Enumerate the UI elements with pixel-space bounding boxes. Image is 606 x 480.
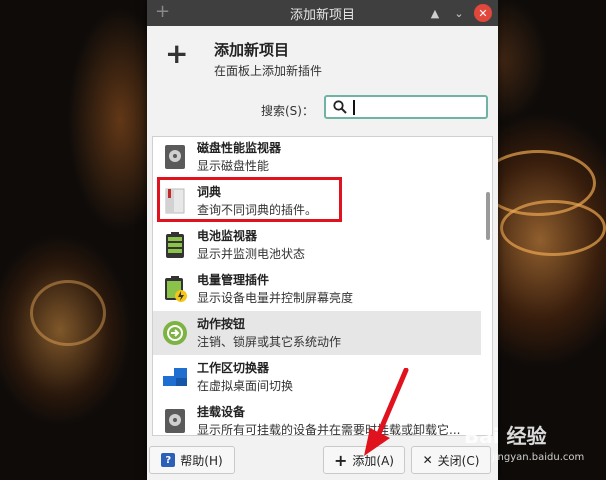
minimize-button[interactable]: ⌄ [450,4,468,22]
power-manager-icon [165,276,187,302]
header-subtitle: 在面板上添加新插件 [214,64,323,78]
background-bulb-decoration [30,280,106,346]
close-button-label: 关闭(C) [437,453,480,468]
search-label: 搜索(S)： [261,104,314,118]
battery-icon [166,232,184,258]
mount-icon [165,409,185,433]
help-button-label: 帮助(H) [180,453,223,468]
add-icon: + [155,1,171,22]
item-description: 注销、锁屏或其它系统动作 [197,335,342,349]
item-description: 显示设备电量并控制屏幕亮度 [197,291,354,305]
search-icon [333,100,347,114]
shade-button[interactable]: ▲ [426,4,444,22]
watermark-url: jingyan.baidu.com [492,452,585,463]
help-icon: ? [161,453,176,467]
item-description: 在虚拟桌面间切换 [197,379,294,393]
background-bulb-decoration [500,200,606,256]
item-name: 磁盘性能监视器 [197,141,282,155]
text-cursor [353,100,355,115]
button-bar: ? 帮助(H) + 添加(A) ✕ 关闭(C) [147,444,498,480]
dialog-header: + 添加新项目 在面板上添加新插件 [147,26,498,90]
add-icon: + [165,37,189,70]
list-item[interactable]: 电池监视器 显示并监测电池状态 [153,223,481,267]
workspace-switcher-icon [163,368,187,386]
window-title: 添加新项目 [289,7,355,23]
header-title: 添加新项目 [214,41,290,59]
close-window-button[interactable]: ✕ [474,4,492,22]
item-name: 动作按钮 [197,317,246,331]
item-name: 电池监视器 [197,229,258,243]
item-description: 显示磁盘性能 [197,159,270,173]
plus-icon: + [334,450,348,470]
close-icon: ✕ [422,453,433,467]
search-input[interactable] [324,95,488,119]
watermark-logo: Bai 经验 [464,424,547,448]
list-item[interactable]: 挂载设备 显示所有可挂载的设备并在需要时挂载或卸载它... [153,399,481,436]
item-description: 显示并监测电池状态 [197,247,306,261]
highlight-annotation-box [157,177,342,222]
item-name: 工作区切换器 [197,361,270,375]
action-buttons-icon [163,321,187,345]
list-item[interactable]: 动作按钮 注销、锁屏或其它系统动作 [153,311,481,355]
annotation-arrow-icon [364,368,409,456]
list-scrollbar[interactable] [486,192,490,240]
disk-icon [165,145,185,169]
title-bar: + 添加新项目 ▲ ⌄ ✕ [147,0,498,26]
add-item-dialog: + 添加新项目 ▲ ⌄ ✕ + 添加新项目 在面板上添加新插件 搜索(S)： 磁… [147,0,498,480]
item-name: 挂载设备 [197,405,246,419]
list-item[interactable]: 电量管理插件 显示设备电量并控制屏幕亮度 [153,267,481,311]
close-button[interactable]: ✕ 关闭(C) [411,446,491,474]
item-description: 显示所有可挂载的设备并在需要时挂载或卸载它... [197,423,461,436]
list-item[interactable]: 磁盘性能监视器 显示磁盘性能 [153,137,481,179]
item-name: 电量管理插件 [197,273,270,287]
help-button[interactable]: ? 帮助(H) [149,446,235,474]
list-item[interactable]: 工作区切换器 在虚拟桌面间切换 [153,355,481,399]
